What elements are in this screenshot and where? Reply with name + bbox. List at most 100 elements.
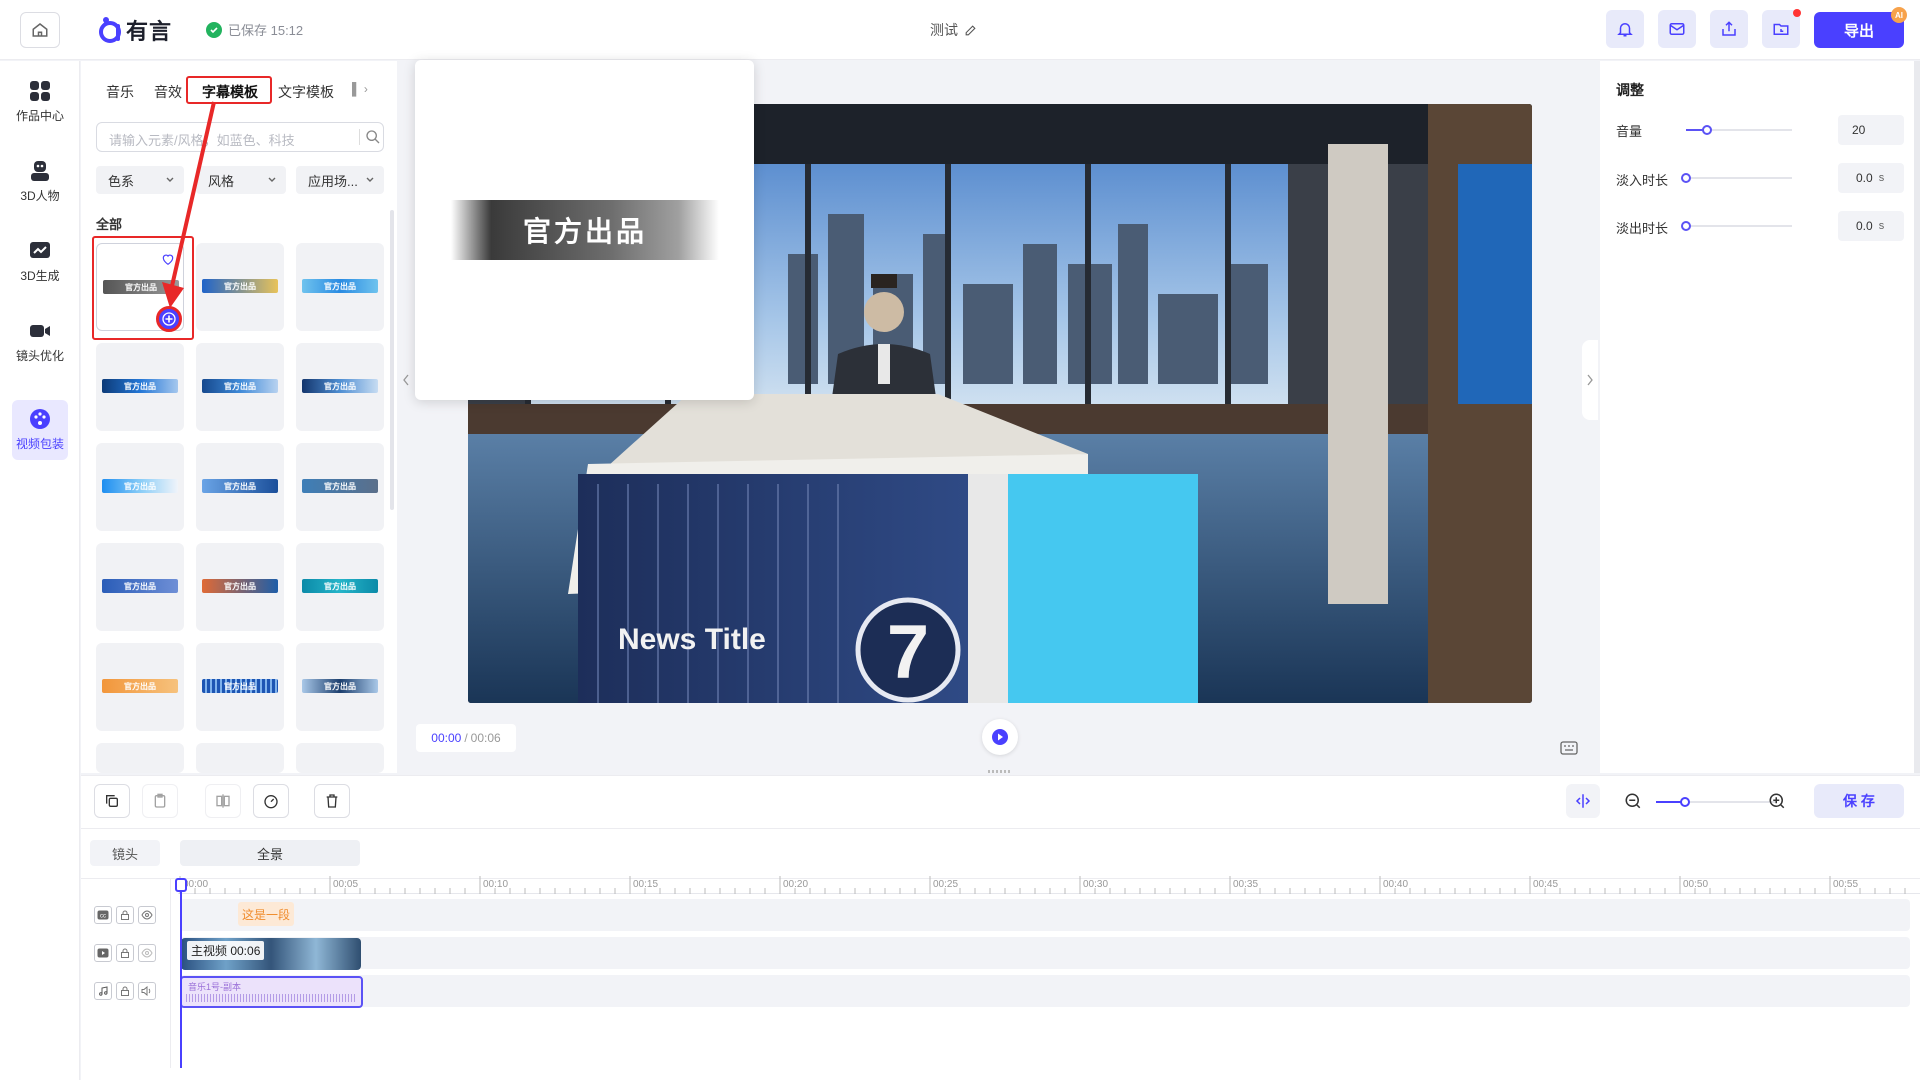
- message-button[interactable]: [1658, 10, 1696, 48]
- speaker-icon[interactable]: [138, 982, 156, 1000]
- video-clip[interactable]: 主视频 00:06: [181, 938, 361, 970]
- lock-icon[interactable]: [116, 982, 134, 1000]
- search-input[interactable]: 请输入元素/风格，如蓝色、科技: [96, 122, 384, 152]
- template-tile[interactable]: 官方出品: [96, 543, 184, 631]
- share-button[interactable]: [1710, 10, 1748, 48]
- eye-icon[interactable]: [138, 906, 156, 924]
- template-tile[interactable]: 官方出品: [296, 443, 384, 531]
- template-tile[interactable]: 官方出品: [196, 343, 284, 431]
- paste-button[interactable]: [142, 784, 178, 818]
- template-tile[interactable]: [296, 743, 384, 773]
- lock-icon[interactable]: [116, 906, 134, 924]
- desk-number-text: 7: [887, 610, 929, 695]
- zoom-slider[interactable]: [1656, 797, 1776, 807]
- ruler-tick-label: 00:35: [1233, 879, 1259, 890]
- text-track[interactable]: [180, 899, 1910, 931]
- nav-item-3d-generate[interactable]: 3D生成: [12, 232, 68, 292]
- slider-knob[interactable]: [1681, 221, 1691, 231]
- fit-timeline-button[interactable]: [1566, 784, 1600, 818]
- subtitle-toggle-button[interactable]: [1556, 736, 1582, 760]
- filter-scene[interactable]: 应用场...: [296, 166, 384, 194]
- template-tile[interactable]: 官方出品: [96, 343, 184, 431]
- template-tile[interactable]: [96, 743, 184, 773]
- zoom-slider-knob[interactable]: [1680, 797, 1690, 807]
- tab-full-view[interactable]: 全景: [180, 840, 360, 866]
- audio-clip[interactable]: 音乐1号-副本: [180, 976, 363, 1008]
- fade-in-slider[interactable]: [1681, 173, 1792, 183]
- copy-button[interactable]: [94, 784, 130, 818]
- save-button[interactable]: 保 存: [1814, 784, 1904, 818]
- grid-icon: [30, 81, 50, 101]
- tile-strip: 官方出品: [202, 379, 278, 393]
- template-tile[interactable]: 官方出品: [196, 643, 284, 731]
- fade-out-slider[interactable]: [1681, 221, 1792, 231]
- playhead-line[interactable]: [180, 878, 182, 1068]
- template-tile[interactable]: 官方出品: [296, 343, 384, 431]
- music-note-icon[interactable]: [94, 982, 112, 1000]
- split-button[interactable]: [205, 784, 241, 818]
- keyboard-icon: [1560, 741, 1578, 755]
- logo-icon: [99, 17, 121, 43]
- template-tile[interactable]: 官方出品: [296, 643, 384, 731]
- template-tile[interactable]: 官方出品: [296, 543, 384, 631]
- playhead-handle[interactable]: [175, 878, 187, 892]
- asset-scrollbar[interactable]: [390, 210, 394, 510]
- fade-out-value[interactable]: 0.0 s: [1838, 211, 1904, 241]
- filter-label: 色系: [108, 173, 135, 189]
- chart-icon: [30, 242, 50, 258]
- ruler-tick-label: 00:50: [1683, 879, 1709, 890]
- fade-in-value[interactable]: 0.0 s: [1838, 163, 1904, 193]
- nav-item-3d-avatar[interactable]: 3D人物: [12, 152, 68, 212]
- template-tile[interactable]: 官方出品: [96, 643, 184, 731]
- tab-text-templates[interactable]: 文字模板: [278, 82, 334, 102]
- nav-item-video-packaging[interactable]: 视频包装: [12, 400, 68, 460]
- template-tile[interactable]: 官方出品: [196, 543, 284, 631]
- avatar-icon: [31, 161, 49, 181]
- ai-badge: AI: [1891, 7, 1907, 23]
- template-tile[interactable]: [196, 743, 284, 773]
- collapse-left-button[interactable]: [398, 350, 414, 410]
- zoom-in-button[interactable]: [1766, 790, 1788, 812]
- document-title-text: 测试: [930, 22, 958, 38]
- volume-slider[interactable]: [1686, 125, 1792, 135]
- caption-icon[interactable]: cc: [94, 906, 112, 924]
- home-button[interactable]: [20, 12, 60, 48]
- text-clip[interactable]: 这是一段: [238, 902, 294, 926]
- volume-value[interactable]: 20: [1838, 115, 1904, 145]
- tabs-more-chevron[interactable]: ▌ ›: [352, 82, 368, 96]
- slider-knob[interactable]: [1681, 173, 1691, 183]
- nav-item-works[interactable]: 作品中心: [12, 72, 68, 132]
- timeline-ruler[interactable]: [178, 876, 1920, 894]
- audio-track[interactable]: [180, 975, 1910, 1007]
- zoom-out-button[interactable]: [1622, 790, 1644, 812]
- nav-item-shot-optimize[interactable]: 镜头优化: [12, 312, 68, 372]
- notification-button[interactable]: [1606, 10, 1644, 48]
- search-icon[interactable]: [365, 129, 381, 145]
- document-title[interactable]: 测试: [930, 20, 977, 40]
- template-preview-popup: 官方出品: [415, 60, 754, 400]
- nav-item-label: 镜头优化: [15, 349, 64, 363]
- tile-strip: 官方出品: [302, 679, 378, 693]
- time-total: 00:06: [470, 731, 501, 745]
- template-tile[interactable]: 官方出品: [196, 443, 284, 531]
- edit-icon[interactable]: [964, 24, 977, 37]
- right-scrollbar[interactable]: [1914, 61, 1920, 773]
- template-tile[interactable]: 官方出品: [296, 243, 384, 331]
- folder-clock-icon: [1773, 23, 1789, 35]
- tab-music[interactable]: 音乐: [106, 82, 134, 102]
- template-tile[interactable]: 官方出品: [96, 443, 184, 531]
- lock-icon[interactable]: [116, 944, 134, 962]
- play-button[interactable]: [982, 719, 1018, 755]
- tab-shot[interactable]: 镜头: [90, 840, 160, 866]
- tile-strip: 官方出品: [202, 679, 278, 693]
- divider: [81, 828, 1920, 829]
- delete-button[interactable]: [314, 784, 350, 818]
- resize-handle[interactable]: [988, 770, 1012, 773]
- speed-button[interactable]: [253, 784, 289, 818]
- video-track[interactable]: [180, 937, 1910, 969]
- tile-strip: 官方出品: [102, 579, 178, 593]
- eye-icon[interactable]: [138, 944, 156, 962]
- check-icon: [206, 21, 222, 38]
- video-track-icon[interactable]: [94, 944, 112, 962]
- collapse-right-button[interactable]: [1582, 340, 1598, 420]
